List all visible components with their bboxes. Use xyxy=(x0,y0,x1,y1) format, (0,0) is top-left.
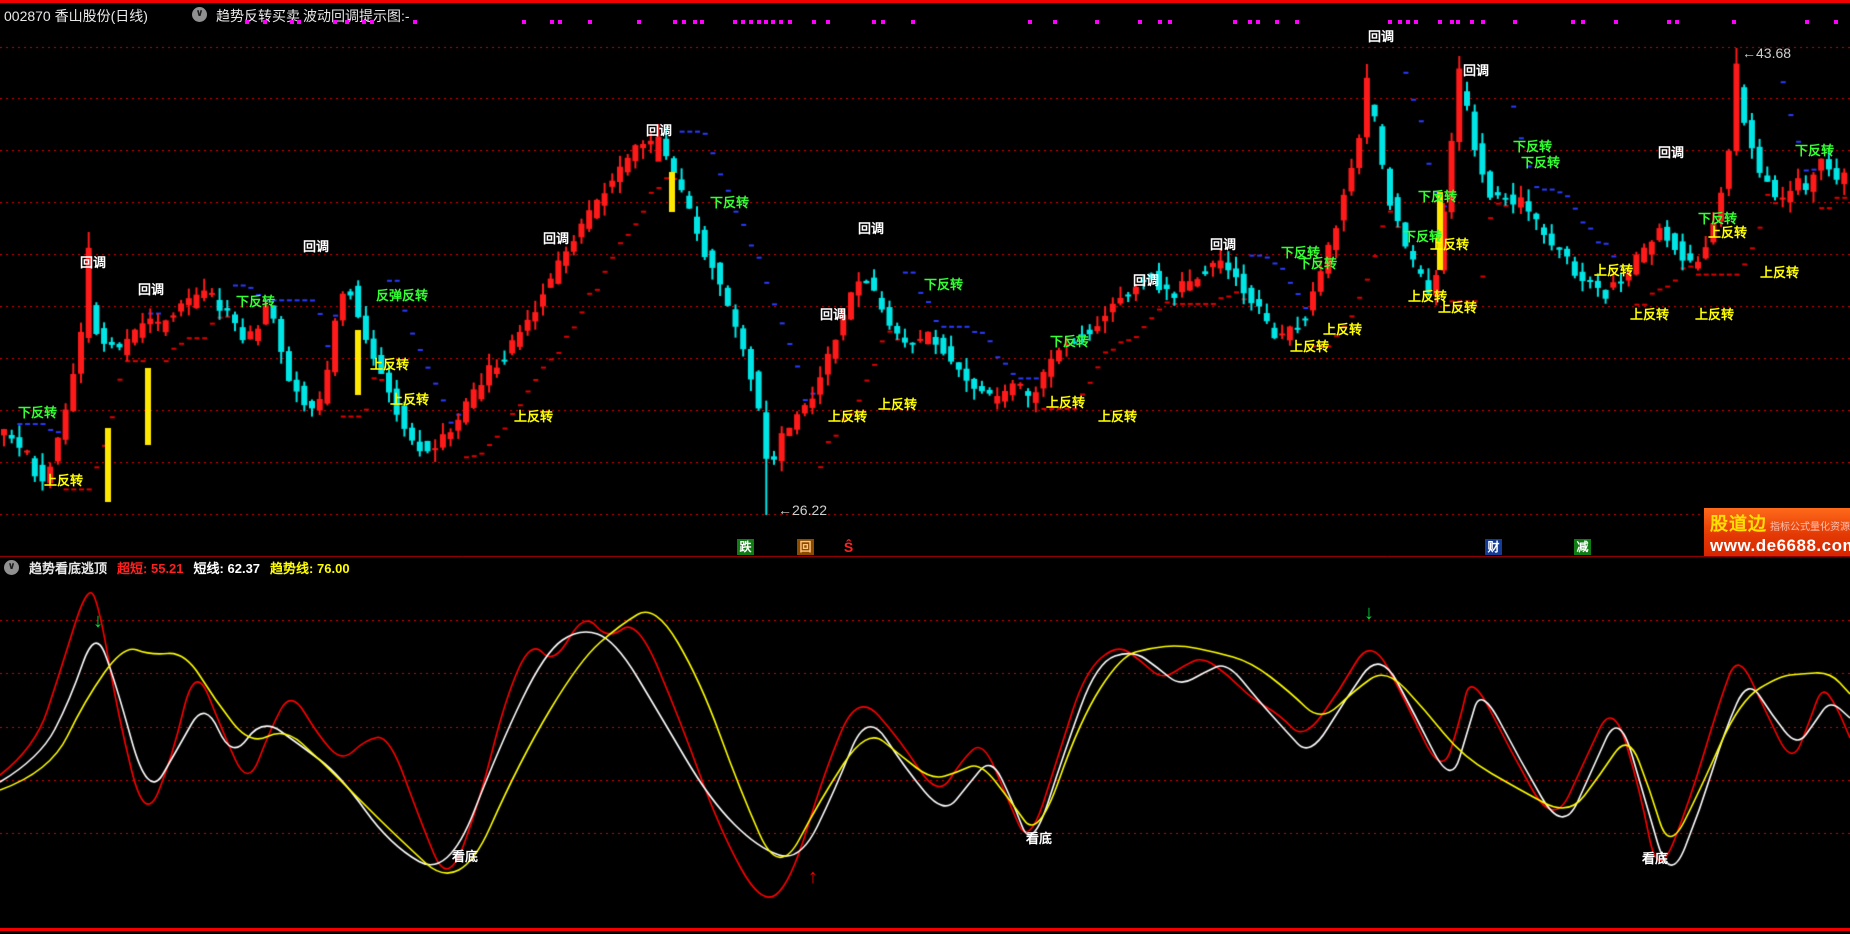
watermark-row: 股道边 指标公式量化资源 xyxy=(1710,510,1850,536)
oscillator-panel-header: ∨ 趋势看底逃顶 超短: 55.21 短线: 62.37 趋势线: 76.00 xyxy=(0,558,1850,577)
reading-duanxian: 短线: 62.37 xyxy=(194,558,261,577)
window-bottom-border xyxy=(0,928,1850,931)
reading-qushixian: 趋势线: 76.00 xyxy=(270,558,350,577)
reading-qushixian-label: 趋势线: xyxy=(270,561,313,576)
watermark-brand: 股道边 xyxy=(1710,510,1767,536)
reading-duanxian-label: 短线: xyxy=(194,561,224,576)
watermark-url: www.de6688.com xyxy=(1710,536,1850,556)
reading-chaoduan-value: 55.21 xyxy=(151,561,184,576)
reading-chaoduan-label: 超短: xyxy=(117,561,147,576)
reading-chaoduan: 超短: 55.21 xyxy=(117,558,184,577)
reading-qushixian-value: 76.00 xyxy=(317,561,350,576)
reading-duanxian-value: 62.37 xyxy=(228,561,261,576)
price-and-oscillator-chart-canvas[interactable] xyxy=(0,0,1850,934)
oscillator-title[interactable]: 趋势看底逃顶 xyxy=(29,558,107,577)
watermark-banner: 股道边 指标公式量化资源 www.de6688.com xyxy=(1704,508,1850,556)
trading-app-window: 002870 香山股份(日线) ∨ 趋势反转买卖 波动回调提示图:- 回调回调回… xyxy=(0,0,1850,934)
chevron-down-icon[interactable]: ∨ xyxy=(4,560,19,575)
watermark-tagline: 指标公式量化资源 xyxy=(1770,518,1850,533)
